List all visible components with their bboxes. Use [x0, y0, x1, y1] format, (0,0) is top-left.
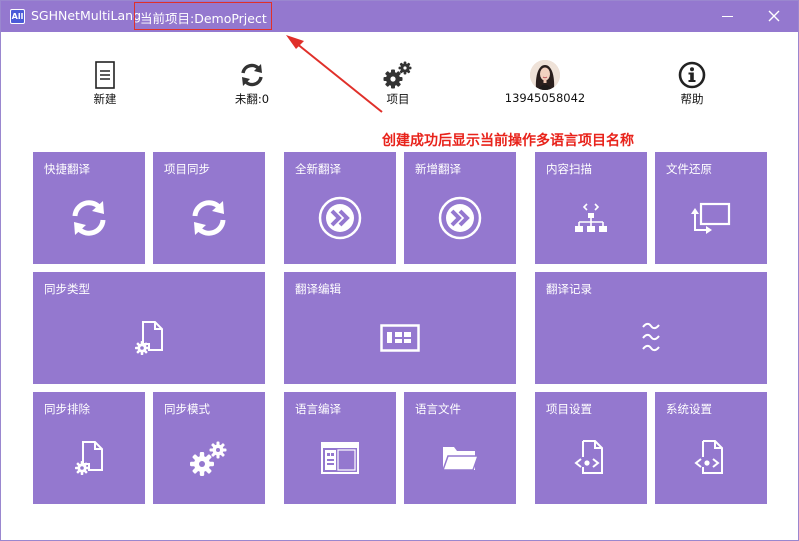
- tile-label: 语言编译: [295, 402, 341, 416]
- tile-quick-translate[interactable]: 快捷翻译: [33, 152, 145, 264]
- restore-window-icon: [691, 202, 731, 234]
- hierarchy-icon: [575, 203, 607, 232]
- new-button[interactable]: 新建: [60, 59, 150, 107]
- help-button[interactable]: 帮助: [647, 59, 737, 107]
- avatar: [530, 60, 560, 90]
- grid-window-icon: [380, 324, 420, 352]
- forward-circle-icon: [438, 196, 482, 240]
- close-icon: [768, 10, 780, 22]
- main-window: All SGHNetMultiLang 当前项目:DemoPrject 新建 未…: [0, 0, 799, 541]
- tile-label: 同步排除: [44, 402, 90, 416]
- tile-label: 同步类型: [44, 282, 90, 296]
- tile-project-sync[interactable]: 项目同步: [153, 152, 265, 264]
- tile-translation-edit[interactable]: 翻译编辑: [284, 272, 516, 384]
- wave-icon: [642, 322, 660, 352]
- user-phone-label: 13945058042: [504, 91, 586, 105]
- new-document-icon: [95, 61, 115, 89]
- minimize-icon: [721, 16, 733, 17]
- tile-system-settings[interactable]: 系统设置: [655, 392, 767, 504]
- new-label: 新建: [93, 92, 117, 106]
- refresh-icon: [241, 63, 263, 87]
- tile-sync-type[interactable]: 同步类型: [33, 272, 265, 384]
- project-button[interactable]: 项目: [353, 59, 443, 107]
- current-project-title: 当前项目:DemoPrject: [134, 2, 272, 30]
- app-title: SGHNetMultiLang: [31, 8, 141, 23]
- untranslated-label: 未翻:0: [234, 92, 270, 106]
- tile-language-files[interactable]: 语言文件: [404, 392, 516, 504]
- tile-label: 系统设置: [666, 402, 712, 416]
- tile-label: 文件还原: [666, 162, 712, 176]
- tile-incremental-translate[interactable]: 新增翻译: [404, 152, 516, 264]
- tile-sync-exclude[interactable]: 同步排除: [33, 392, 145, 504]
- sync-icon: [192, 200, 226, 236]
- minimize-button[interactable]: [704, 1, 750, 32]
- title-bar[interactable]: All SGHNetMultiLang 当前项目:DemoPrject: [1, 1, 798, 32]
- file-code-icon: [574, 440, 603, 474]
- user-profile-button[interactable]: 13945058042: [500, 59, 590, 105]
- tile-label: 同步模式: [164, 402, 210, 416]
- tile-label: 语言文件: [415, 402, 461, 416]
- app-icon: All: [10, 9, 25, 24]
- tile-file-restore[interactable]: 文件还原: [655, 152, 767, 264]
- sync-icon: [72, 200, 106, 236]
- tile-label: 内容扫描: [546, 162, 592, 176]
- gears-icon: [190, 441, 227, 476]
- tile-label: 项目同步: [164, 162, 210, 176]
- file-gear-icon: [75, 441, 103, 475]
- tile-label: 翻译编辑: [295, 282, 341, 296]
- tile-full-translate[interactable]: 全新翻译: [284, 152, 396, 264]
- folder-icon: [441, 447, 479, 471]
- tile-sync-mode[interactable]: 同步模式: [153, 392, 265, 504]
- annotation-text: 创建成功后显示当前操作多语言项目名称: [382, 133, 634, 149]
- close-button[interactable]: [751, 1, 797, 32]
- help-label: 帮助: [680, 92, 704, 106]
- tile-label: 翻译记录: [546, 282, 592, 296]
- tile-label: 全新翻译: [295, 162, 341, 176]
- tile-label: 项目设置: [546, 402, 592, 416]
- tile-language-compile[interactable]: 语言编译: [284, 392, 396, 504]
- info-icon: [678, 61, 706, 89]
- tile-content-scan[interactable]: 内容扫描: [535, 152, 647, 264]
- project-label: 项目: [386, 92, 410, 106]
- tile-label: 新增翻译: [415, 162, 461, 176]
- gears-icon: [383, 61, 412, 89]
- forward-circle-icon: [318, 196, 362, 240]
- untranslated-button[interactable]: 未翻:0: [207, 59, 297, 107]
- tile-label: 快捷翻译: [44, 162, 90, 176]
- tile-translation-history[interactable]: 翻译记录: [535, 272, 767, 384]
- app-window-icon: [321, 442, 359, 474]
- file-gear-icon: [135, 321, 163, 355]
- tile-project-settings[interactable]: 项目设置: [535, 392, 647, 504]
- file-code-icon: [694, 440, 723, 474]
